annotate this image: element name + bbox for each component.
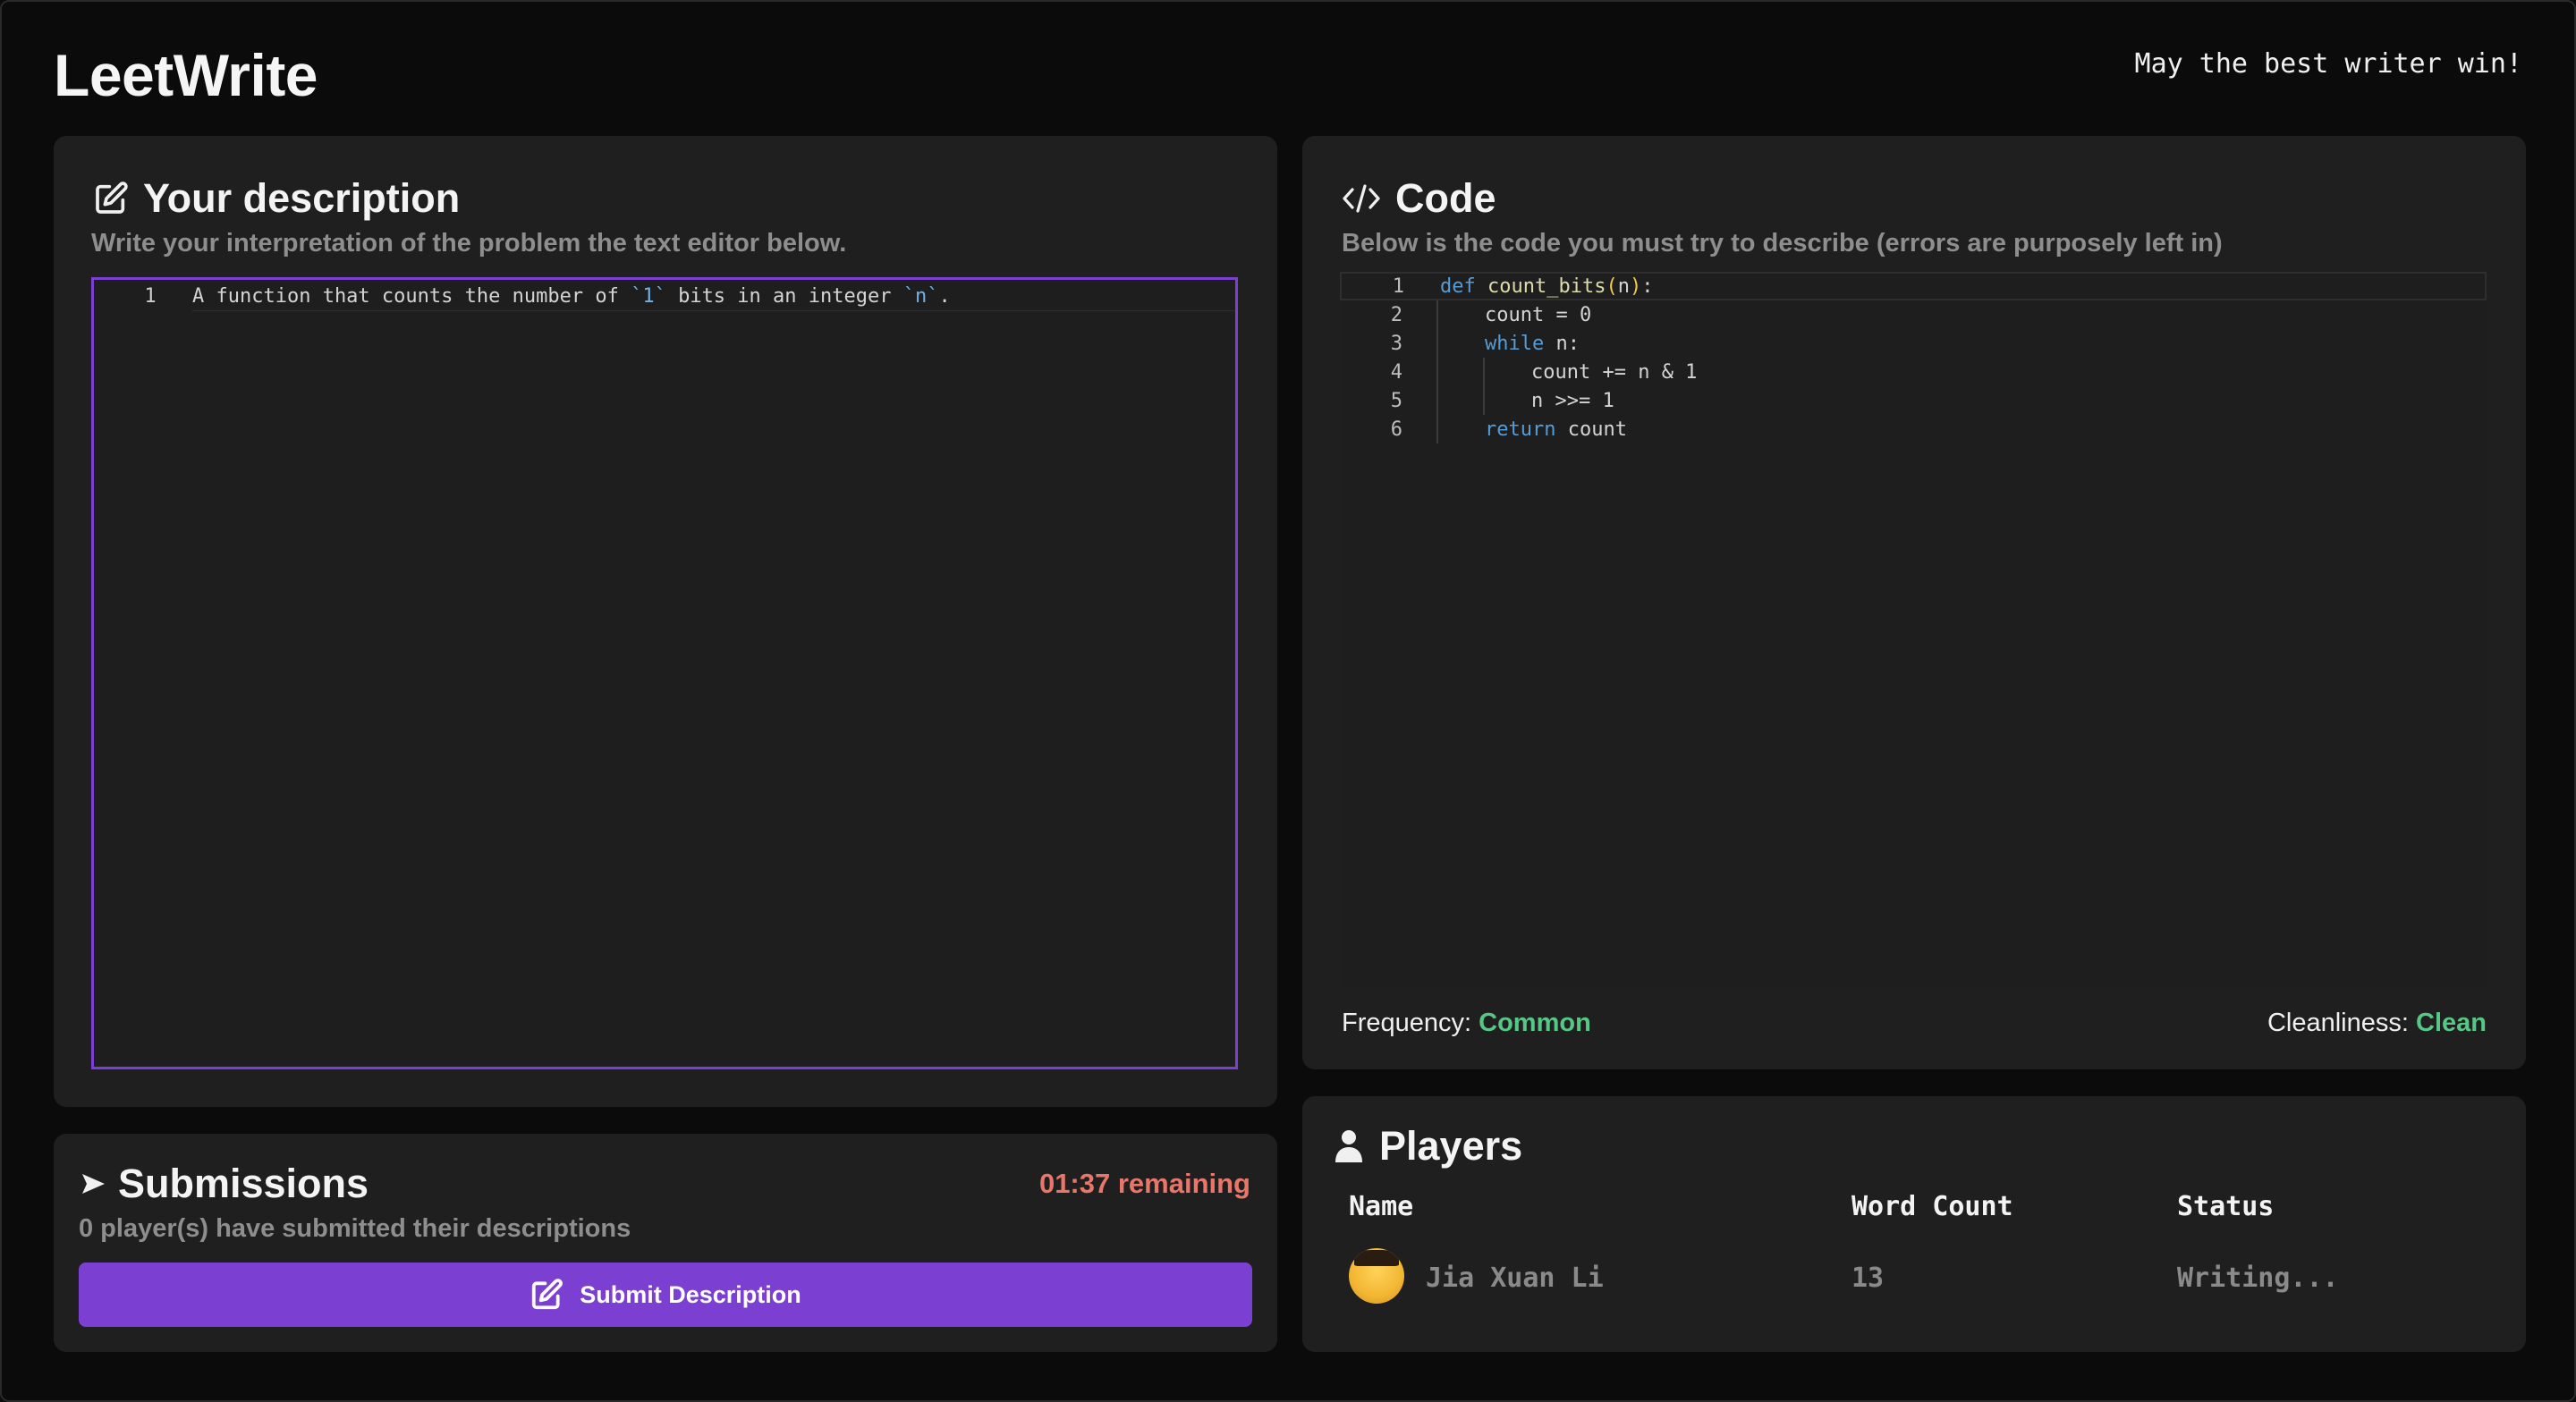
column-header-name: Name — [1349, 1191, 1414, 1222]
players-title: Players — [1335, 1123, 1522, 1170]
code-line-text: count += n & 1 — [1531, 360, 1698, 384]
submissions-title-text: Submissions — [118, 1161, 369, 1206]
cleanliness-value: Clean — [2416, 1009, 2487, 1037]
submit-button-label: Submit Description — [580, 1280, 801, 1308]
code-title-text: Code — [1395, 175, 1496, 221]
player-word-count: 13 — [1852, 1263, 1885, 1294]
code-line-text: n >>= 1 — [1531, 389, 1614, 412]
code-line: 2 count = 0 — [1340, 300, 2487, 329]
code-line: 5 n >>= 1 — [1340, 386, 2487, 415]
description-title: Your description — [93, 175, 460, 222]
edit-icon — [530, 1278, 564, 1312]
code-meta: Frequency: Common Cleanliness: Clean — [1342, 1009, 2487, 1044]
players-title-text: Players — [1379, 1123, 1523, 1169]
avatar — [1349, 1248, 1404, 1304]
description-editor[interactable]: 1 A function that counts the number of `… — [91, 277, 1238, 1069]
edit-icon — [93, 181, 129, 216]
submissions-subtitle: 0 player(s) have submitted their descrip… — [79, 1214, 631, 1243]
code-line: 3 while n: — [1340, 329, 2487, 358]
submissions-title: Submissions — [80, 1161, 369, 1207]
app-title: LeetWrite — [54, 42, 318, 108]
submissions-panel: Submissions 01:37 remaining 0 player(s) … — [54, 1134, 1277, 1352]
code-line: 4 count += n & 1 — [1340, 358, 2487, 386]
code-line-text: count = 0 — [1485, 303, 1592, 326]
header: LeetWrite May the best writer win! — [54, 41, 2522, 116]
code-panel: Code Below is the code you must try to d… — [1302, 136, 2526, 1069]
player-name: Jia Xuan Li — [1426, 1263, 1604, 1294]
code-line-text: return count — [1485, 418, 1627, 441]
description-subtitle: Write your interpretation of the problem… — [91, 229, 847, 258]
code-line: 1 def count_bits(n): — [1340, 272, 2487, 300]
column-header-word-count: Word Count — [1852, 1191, 2013, 1222]
column-header-status: Status — [2177, 1191, 2275, 1222]
submit-description-button[interactable]: Submit Description — [79, 1263, 1252, 1327]
code-line-number: 2 — [1390, 303, 1402, 326]
code-line-number: 1 — [1392, 274, 1404, 298]
timer: 01:37 remaining — [1038, 1168, 1250, 1199]
code-line-text: while n: — [1485, 332, 1580, 355]
cleanliness: Cleanliness: Clean — [2267, 1009, 2487, 1037]
editor-line: 1 A function that counts the number of `… — [94, 282, 1235, 310]
player-status: Writing... — [2177, 1263, 2339, 1294]
line-number: 1 — [144, 284, 157, 308]
editor-line-text: A function that counts the number of `1`… — [192, 284, 951, 308]
app-window: LeetWrite May the best writer win! Your … — [0, 0, 2576, 1402]
send-icon — [80, 1171, 106, 1196]
code-subtitle: Below is the code you must try to descri… — [1342, 229, 2223, 258]
user-icon — [1335, 1128, 1363, 1164]
description-panel: Your description Write your interpretati… — [54, 136, 1277, 1107]
code-title: Code — [1342, 175, 1496, 222]
tagline: May the best writer win! — [2134, 48, 2522, 80]
code-line-number: 6 — [1390, 418, 1402, 441]
code-line: 6 return count — [1340, 415, 2487, 443]
frequency: Frequency: Common — [1342, 1009, 1591, 1037]
code-viewer[interactable]: 1 def count_bits(n): 2 count = 0 3 while… — [1340, 272, 2487, 987]
code-icon — [1342, 182, 1381, 215]
players-panel: Players Name Word Count Status Jia Xuan … — [1302, 1096, 2526, 1352]
current-line-divider — [192, 310, 1235, 311]
code-line-number: 4 — [1390, 360, 1402, 384]
code-line-number: 5 — [1390, 389, 1402, 412]
frequency-value: Common — [1479, 1009, 1591, 1037]
code-line-text: def count_bits(n): — [1440, 274, 1654, 298]
code-line-number: 3 — [1390, 332, 1402, 355]
description-title-text: Your description — [143, 175, 461, 221]
